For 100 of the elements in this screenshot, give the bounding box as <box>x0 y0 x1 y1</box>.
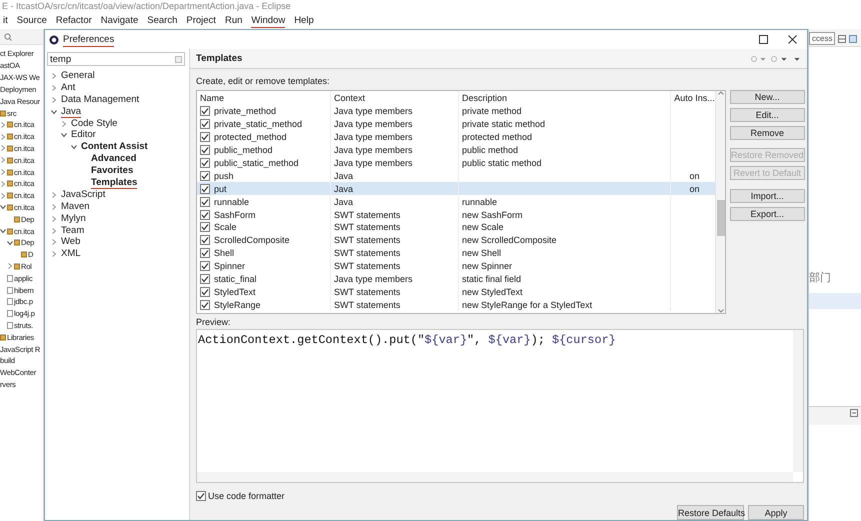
checkbox[interactable] <box>200 170 210 181</box>
side-button[interactable]: New... <box>730 90 805 104</box>
template-row[interactable]: Shell SWT statements new Shell <box>197 246 715 260</box>
chevron-down-icon[interactable] <box>51 108 57 115</box>
chevron-right-icon[interactable] <box>0 122 6 128</box>
chevron-down-icon[interactable] <box>0 228 6 234</box>
column-header[interactable]: Description <box>459 91 671 105</box>
tree-item[interactable]: Java <box>61 106 82 118</box>
menu-item[interactable]: Navigate <box>100 14 138 28</box>
template-row[interactable]: private_static_method Java type members private static method <box>197 118 715 131</box>
checkbox-label[interactable]: Use code formatter <box>208 491 285 502</box>
scroll-up-icon[interactable] <box>718 91 724 95</box>
column-header[interactable]: Name <box>197 91 331 105</box>
scrollbar-thumb[interactable] <box>716 200 724 236</box>
chevron-right-icon[interactable] <box>51 216 57 222</box>
chevron-right-icon[interactable] <box>51 96 57 103</box>
template-row[interactable]: public_static_method Java type members public static method <box>197 156 715 170</box>
tree-item[interactable]: Code Style <box>71 118 118 130</box>
chevron-right-icon[interactable] <box>51 72 57 79</box>
template-row[interactable]: Spinner SWT statements new Spinner <box>197 260 715 273</box>
search-icon[interactable] <box>4 32 12 40</box>
template-row[interactable]: protected_method Java type members protected method <box>197 130 715 144</box>
tree-item[interactable]: Maven <box>61 200 90 213</box>
tree-item[interactable]: JavaScript <box>61 188 106 201</box>
filter-field[interactable]: temp <box>47 52 185 66</box>
menu-item[interactable]: Source <box>16 14 47 28</box>
side-button[interactable]: Remove <box>730 126 805 140</box>
tree-item[interactable]: Templates <box>91 176 138 189</box>
checkbox[interactable] <box>200 248 210 258</box>
chevron-right-icon[interactable] <box>51 251 57 258</box>
checkbox[interactable] <box>200 261 210 272</box>
chevron-down-icon[interactable] <box>0 204 6 210</box>
checkbox[interactable] <box>200 300 210 310</box>
vertical-scrollbar[interactable] <box>793 330 803 472</box>
nav-arrows-icon[interactable] <box>751 56 801 62</box>
menu-item[interactable]: Search <box>147 14 178 28</box>
checkbox[interactable] <box>200 235 210 246</box>
template-row[interactable]: public_method Java type members public method <box>197 144 715 157</box>
template-row[interactable]: put Java on <box>197 182 715 196</box>
template-row[interactable]: StyleRange SWT statements new StyleRange for a StyledText <box>197 298 715 312</box>
chevron-right-icon[interactable] <box>51 84 57 91</box>
checkbox[interactable] <box>200 274 210 284</box>
checkbox[interactable] <box>200 158 210 168</box>
tree-item[interactable]: Web <box>61 236 80 248</box>
chevron-right-icon[interactable] <box>0 169 6 176</box>
menu-item[interactable]: Run <box>224 14 242 28</box>
checkbox[interactable] <box>200 145 210 156</box>
chevron-right-icon[interactable] <box>51 204 57 210</box>
close-icon[interactable] <box>788 35 797 44</box>
menu-item[interactable]: Refactor <box>56 14 92 28</box>
maximize-icon[interactable] <box>759 35 768 44</box>
checkbox[interactable] <box>200 210 210 220</box>
tree-item[interactable]: Ant <box>61 82 76 94</box>
template-row[interactable]: StyledText SWT statements new StyledText <box>197 285 715 298</box>
chevron-right-icon[interactable] <box>51 228 57 234</box>
menu-item[interactable]: Project <box>186 14 216 28</box>
checkbox[interactable] <box>200 119 210 130</box>
checkbox[interactable] <box>200 222 210 232</box>
checkbox[interactable] <box>200 286 210 297</box>
apply-button[interactable]: Apply <box>748 505 804 520</box>
template-row[interactable]: runnable Java runnable <box>197 195 715 208</box>
restore-defaults-button[interactable]: Restore Defaults <box>677 505 744 520</box>
checkbox[interactable] <box>200 196 210 207</box>
tree-item[interactable]: Team <box>61 224 84 237</box>
tree-item[interactable]: Favorites <box>91 165 134 178</box>
tree-item[interactable]: XML <box>61 248 81 260</box>
checkbox[interactable] <box>200 106 210 116</box>
chevron-right-icon[interactable] <box>0 157 6 164</box>
menu-item[interactable]: Window <box>251 14 286 28</box>
chevron-right-icon[interactable] <box>0 145 6 152</box>
template-row[interactable]: static_final Java type members static final field <box>197 272 715 286</box>
quick-access-field[interactable]: ccess <box>809 32 836 45</box>
tree-item[interactable]: Data Management <box>61 94 140 106</box>
chevron-right-icon[interactable] <box>51 192 57 198</box>
side-button[interactable]: Export... <box>730 207 805 221</box>
side-button[interactable]: Edit... <box>730 108 805 122</box>
column-header[interactable]: Context <box>331 91 459 105</box>
tree-item[interactable]: Mylyn <box>61 212 86 225</box>
template-row[interactable]: Scale SWT statements new Scale <box>197 221 715 234</box>
scroll-down-icon[interactable] <box>718 309 724 314</box>
chevron-right-icon[interactable] <box>7 263 13 270</box>
checkbox[interactable] <box>200 184 210 194</box>
chevron-right-icon[interactable] <box>0 192 6 199</box>
tree-item[interactable]: Editor <box>71 129 96 142</box>
template-row[interactable]: SashForm SWT statements new SashForm <box>197 208 715 222</box>
minimize-icon[interactable] <box>850 408 858 416</box>
chevron-down-icon[interactable] <box>71 144 77 150</box>
template-row[interactable]: ScrolledComposite SWT statements new ScrolledComposite <box>197 234 715 247</box>
chevron-right-icon[interactable] <box>61 120 67 126</box>
menu-item[interactable]: Help <box>294 14 314 28</box>
tree-item[interactable]: Content Assist <box>81 141 148 154</box>
menu-item[interactable]: it <box>3 14 8 28</box>
template-row[interactable]: private_method Java type members private method <box>197 105 715 118</box>
chevron-down-icon[interactable] <box>7 240 13 246</box>
chevron-right-icon[interactable] <box>0 134 6 140</box>
checkbox[interactable] <box>196 491 206 502</box>
side-button[interactable]: Import... <box>730 189 805 203</box>
chevron-down-icon[interactable] <box>61 132 67 138</box>
grid-icon[interactable] <box>838 34 846 42</box>
chevron-right-icon[interactable] <box>51 239 57 246</box>
